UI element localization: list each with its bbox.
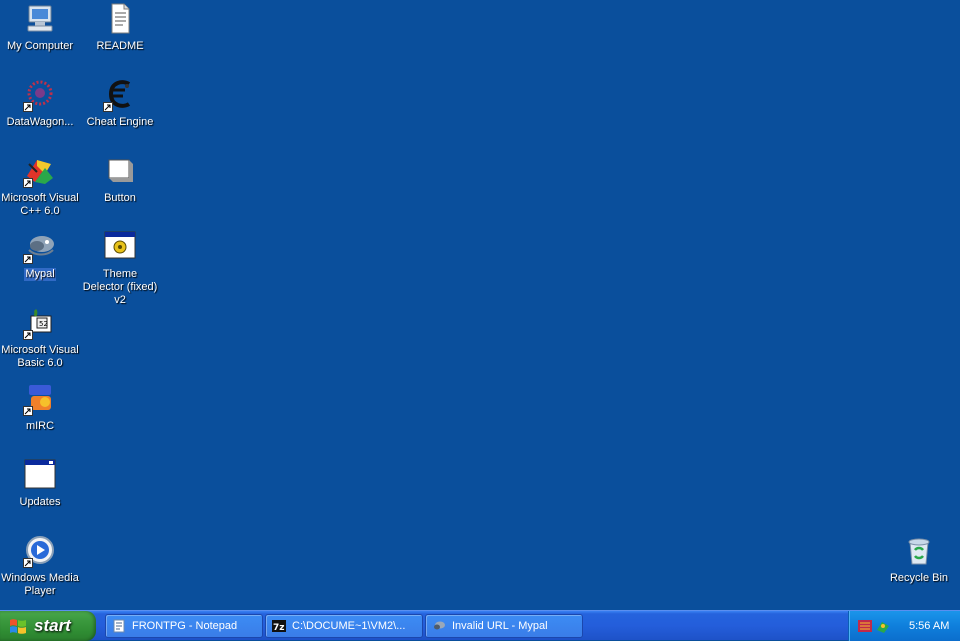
theme-delector-icon (103, 230, 137, 264)
desktop-icon-label: Windows Media Player (1, 572, 79, 597)
desktop-icon-label: DataWagon... (6, 116, 74, 128)
7zip-icon: 7z (272, 620, 286, 633)
desktop-icon-label: Mypal (24, 268, 56, 281)
button-icon (103, 154, 137, 188)
desktop-icon-mypal[interactable]: Mypal (0, 230, 80, 281)
taskbar-button-7zip[interactable]: 7z C:\DOCUME~1\VM2\... (265, 614, 423, 638)
visual-basic-icon: 52 (23, 306, 57, 340)
shortcut-arrow-icon (23, 102, 33, 112)
desktop-icon-label: Theme Delector (fixed) v2 (82, 268, 158, 306)
desktop-icon-label: Button (104, 192, 136, 204)
mypal-icon (434, 621, 445, 630)
desktop-icon-visual-basic[interactable]: 52 Microsoft Visual Basic 6.0 (0, 306, 80, 370)
taskbar-button-mypal[interactable]: Invalid URL - Mypal (425, 614, 583, 638)
datawagon-icon (23, 78, 57, 112)
taskbar-button-label: FRONTPG - Notepad (132, 620, 238, 632)
desktop-icon-theme-delector[interactable]: Theme Delector (fixed) v2 (80, 230, 160, 307)
svg-text:52: 52 (39, 320, 48, 328)
media-player-icon (23, 534, 57, 568)
windows-logo-icon (10, 619, 26, 634)
window-icon (23, 458, 57, 492)
system-tray: 5:56 AM (848, 611, 960, 641)
desktop-icon-label: Microsoft Visual Basic 6.0 (1, 344, 79, 369)
desktop-icon-button[interactable]: Button (80, 154, 160, 205)
clock[interactable]: 5:56 AM (909, 620, 949, 632)
mypal-icon (23, 230, 57, 264)
start-button[interactable]: start (0, 611, 96, 641)
text-document-icon (103, 2, 137, 36)
recycle-bin-icon (902, 534, 936, 568)
visual-cpp-icon (23, 154, 57, 188)
shortcut-arrow-icon (23, 558, 33, 568)
desktop-icon-label: Microsoft Visual C++ 6.0 (1, 192, 79, 217)
taskbar-button-notepad[interactable]: FRONTPG - Notepad (105, 614, 263, 638)
desktop-icon-label: Cheat Engine (86, 116, 154, 128)
desktop-icon-my-computer[interactable]: My Computer (0, 2, 80, 53)
taskbar: start FRONTPG - Notepad 7z C:\DOCUME~1\V… (0, 610, 960, 641)
desktop-icon-label: mIRC (25, 420, 55, 432)
desktop-icon-cheat-engine[interactable]: Cheat Engine (80, 78, 160, 129)
cheat-engine-icon (103, 78, 137, 112)
notepad-icon (113, 619, 125, 633)
desktop-icon-label: Updates (19, 496, 61, 508)
network-tray-icon[interactable] (875, 618, 891, 634)
shortcut-arrow-icon (23, 330, 33, 340)
desktop-icon-label: README (96, 40, 144, 52)
desktop-icon-visual-cpp[interactable]: Microsoft Visual C++ 6.0 (0, 154, 80, 218)
desktop-icon-label: Recycle Bin (889, 572, 949, 584)
desktop[interactable]: My Computer README DataWagon... Cheat En… (0, 0, 960, 610)
mirc-icon (23, 382, 57, 416)
desktop-icon-updates[interactable]: Updates (0, 458, 80, 509)
shortcut-arrow-icon (103, 102, 113, 112)
desktop-icon-datawagon[interactable]: DataWagon... (0, 78, 80, 129)
shortcut-arrow-icon (23, 178, 33, 188)
taskbar-button-label: C:\DOCUME~1\VM2\... (292, 620, 406, 632)
my-computer-icon (23, 2, 57, 36)
start-label: start (34, 616, 71, 635)
svg-text:7z: 7z (273, 623, 285, 633)
desktop-icon-label: My Computer (6, 40, 74, 52)
desktop-icon-media-player[interactable]: Windows Media Player (0, 534, 80, 598)
desktop-icon-mirc[interactable]: mIRC (0, 382, 80, 433)
taskbar-button-label: Invalid URL - Mypal (452, 620, 548, 632)
shortcut-arrow-icon (23, 254, 33, 264)
shortcut-arrow-icon (23, 406, 33, 416)
datawagon-tray-icon[interactable] (857, 618, 873, 634)
desktop-icon-recycle-bin[interactable]: Recycle Bin (879, 534, 959, 585)
desktop-icon-readme[interactable]: README (80, 2, 160, 53)
